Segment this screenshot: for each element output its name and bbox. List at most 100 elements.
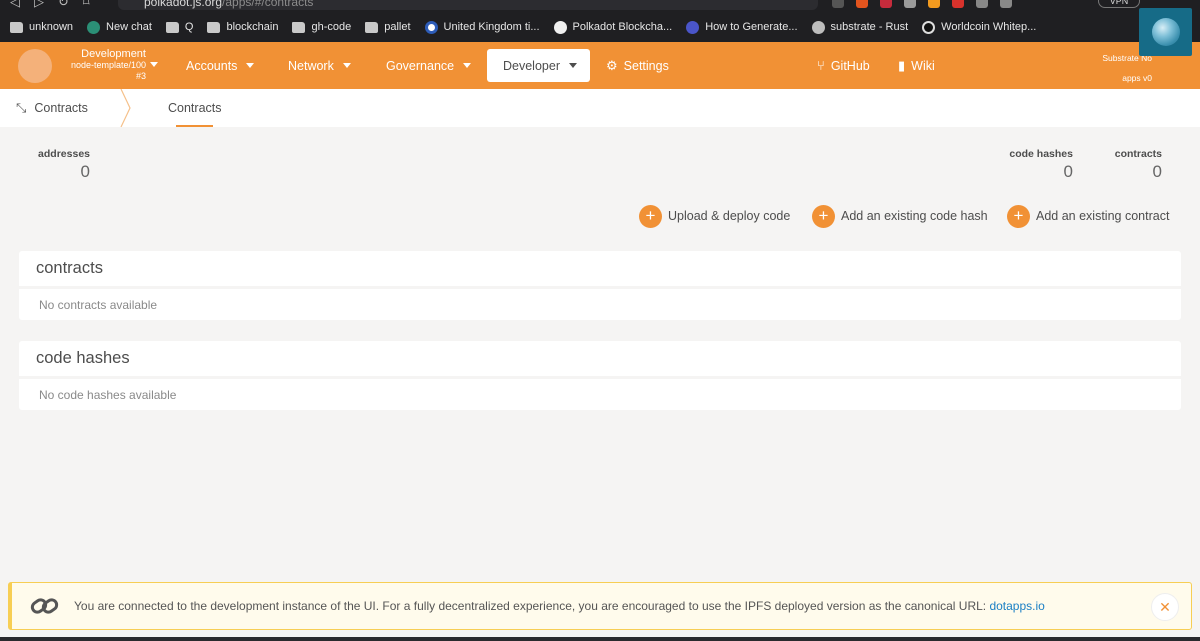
chain-avatar[interactable]	[18, 49, 52, 83]
menu-developer[interactable]: Developer	[487, 49, 590, 82]
reload-icon[interactable]: ↻	[58, 0, 69, 10]
tab-contracts[interactable]: Contracts	[168, 89, 222, 127]
apps-version: apps v0	[1122, 73, 1152, 83]
dotapps-link[interactable]: dotapps.io	[989, 599, 1044, 613]
menu-wiki[interactable]: ▮ Wiki	[898, 42, 935, 89]
book-icon: ▮	[898, 57, 906, 73]
sub-navigation: ⤡ Contracts Contracts	[0, 89, 1200, 127]
chevron-down-icon	[342, 63, 351, 68]
bookmark-item[interactable]: blockchain	[207, 21, 278, 33]
chatgpt-icon	[87, 20, 101, 34]
summary-label: contracts	[1114, 148, 1162, 160]
bookmark-item[interactable]: United Kingdom ti...	[424, 20, 540, 34]
shield-extension-icon[interactable]	[952, 0, 964, 8]
bookmark-label: New chat	[106, 21, 152, 33]
chain-runtime: node-template/100	[70, 60, 146, 70]
back-icon[interactable]: ◁	[10, 0, 20, 10]
add-code-hash-button[interactable]: + Add an existing code hash	[812, 204, 988, 228]
url-path: /apps/#/contracts	[222, 0, 314, 9]
menu-settings[interactable]: ⚙ Settings	[606, 42, 669, 89]
bookmark-label: pallet	[384, 21, 411, 33]
folder-icon	[207, 21, 221, 33]
menu-label: Settings	[623, 58, 669, 73]
summary-addresses: addresses 0	[30, 148, 90, 182]
menu-label: GitHub	[830, 58, 870, 73]
bookmark-label: substrate - Rust	[830, 21, 909, 33]
bookmark-item[interactable]: Q	[165, 21, 193, 33]
extension-icon[interactable]	[904, 0, 916, 8]
chevron-down-icon	[463, 63, 472, 68]
chain-selector[interactable]: Development node-template/100 #3	[62, 49, 146, 82]
bookmark-item[interactable]: Worldcoin Whitep...	[922, 20, 1037, 34]
banner-message: You are connected to the development ins…	[74, 599, 1045, 613]
bookmark-item[interactable]: gh-code	[292, 21, 351, 33]
brave-rewards-icon[interactable]	[880, 0, 892, 8]
menu-label: Accounts	[186, 58, 238, 73]
gears-icon: ⚙	[606, 57, 618, 73]
bookmark-item[interactable]: unknown	[10, 21, 73, 33]
bookmark-label: Polkadot Blockcha...	[572, 21, 673, 33]
add-contract-button[interactable]: + Add an existing contract	[1007, 204, 1169, 228]
chain-block: #3	[135, 71, 146, 81]
menu-label: Network	[288, 58, 334, 73]
menu-github[interactable]: ⑂ GitHub	[817, 42, 870, 89]
summary-value: 0	[1152, 162, 1162, 181]
globe-icon	[686, 20, 700, 34]
window-icon[interactable]	[1000, 0, 1012, 8]
bookmark-item[interactable]: How to Generate...	[686, 20, 798, 34]
code-branch-icon: ⑂	[817, 58, 825, 73]
window-bottom-edge	[0, 637, 1200, 641]
bookmarks-bar: unknown New chat Q blockchain gh-code pa…	[0, 12, 1200, 42]
bookmark-label: Worldcoin Whitep...	[941, 21, 1037, 33]
metamask-icon[interactable]	[928, 0, 940, 8]
app-header: Development node-template/100 #3 Account…	[0, 42, 1200, 89]
rust-icon	[811, 20, 825, 34]
menu-network[interactable]: Network	[288, 42, 351, 89]
active-tab-indicator	[176, 125, 213, 127]
folder-icon	[10, 21, 23, 33]
upload-deploy-button[interactable]: + Upload & deploy code	[639, 204, 790, 228]
close-icon[interactable]: ✕	[1151, 593, 1179, 621]
puzzle-icon[interactable]	[976, 0, 988, 8]
worldcoin-icon	[922, 20, 936, 34]
vpn-button[interactable]: VPN	[1098, 0, 1140, 8]
breadcrumb-chevron-icon	[120, 89, 131, 127]
brave-shield-icon[interactable]	[856, 0, 868, 8]
empty-message: No contracts available	[39, 297, 158, 312]
bookmark-icon[interactable]: ⌑	[83, 0, 90, 10]
section-title: ⤡ Contracts	[16, 89, 88, 127]
bookmark-label: How to Generate...	[705, 21, 798, 33]
bookmark-item[interactable]: New chat	[87, 20, 152, 34]
bookmark-item[interactable]: substrate - Rust	[811, 20, 909, 34]
menu-label: Governance	[386, 58, 455, 73]
summary-value: 0	[1063, 162, 1073, 181]
menu-label: Developer	[503, 58, 560, 73]
action-label: Add an existing contract	[1036, 209, 1170, 223]
section-title-label: Contracts	[34, 101, 88, 115]
action-label: Upload & deploy code	[668, 209, 791, 223]
bookmark-label: United Kingdom ti...	[443, 21, 540, 33]
share-icon[interactable]	[832, 0, 844, 8]
menu-accounts[interactable]: Accounts	[186, 42, 255, 89]
compress-icon: ⤡	[16, 100, 27, 115]
chevron-down-icon[interactable]	[150, 62, 158, 67]
bookmark-item[interactable]: Polkadot Blockcha...	[553, 20, 673, 34]
plus-icon: +	[1007, 204, 1030, 228]
banner-text: You are connected to the development ins…	[74, 599, 990, 613]
polkadot-logo[interactable]	[1139, 8, 1192, 56]
github-icon	[553, 20, 567, 34]
bookmark-label: gh-code	[311, 21, 352, 33]
link-icon	[30, 598, 59, 614]
bookmark-item[interactable]: pallet	[365, 21, 411, 33]
summary-code-hashes: code hashes 0	[990, 148, 1073, 182]
forward-icon[interactable]: ▷	[34, 0, 44, 10]
address-bar[interactable]: polkadot.js.org/apps/#/contracts	[118, 0, 818, 10]
menu-label: Wiki	[911, 58, 935, 73]
folder-icon	[365, 21, 379, 33]
summary-label: addresses	[38, 148, 90, 160]
url-domain: polkadot.js.org	[144, 0, 223, 9]
extension-icons	[832, 0, 1012, 8]
logo-orb-icon	[1151, 18, 1180, 46]
menu-governance[interactable]: Governance	[386, 42, 472, 89]
folder-icon	[292, 21, 306, 33]
